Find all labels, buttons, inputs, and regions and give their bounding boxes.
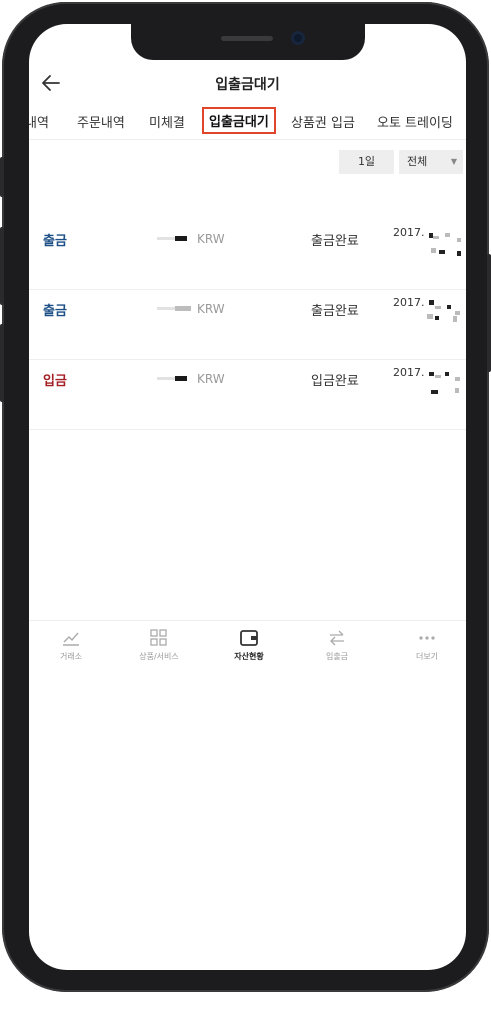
grid-icon [150, 629, 167, 646]
transaction-row[interactable]: 입금 KRW 입금완료 2017. [29, 360, 466, 430]
speaker-grille [221, 36, 273, 41]
bottom-nav: 거래소 상품/서비스 자산현황 입출금 더보기 [29, 620, 466, 674]
volume-down-button [0, 324, 4, 402]
nav-products-services[interactable]: 상품/서비스 [119, 629, 199, 662]
transaction-date: 2017. [393, 226, 425, 239]
nav-exchange[interactable]: 거래소 [31, 629, 111, 662]
nav-label: 자산현황 [234, 652, 264, 661]
filter-bar: 1일 전체 ▼ [29, 150, 466, 176]
date-redacted [427, 366, 463, 396]
nav-deposit-withdraw[interactable]: 입출금 [297, 629, 377, 662]
nav-label: 더보기 [415, 652, 439, 661]
tab-order-history[interactable]: 주문내역 [77, 112, 125, 131]
date-redacted [427, 226, 463, 256]
tab-pending-transfers[interactable]: 입출금대기 [202, 107, 276, 134]
transaction-type: 출금 [43, 304, 67, 319]
chevron-down-icon: ▼ [450, 157, 457, 166]
volume-up-button [0, 227, 4, 305]
transaction-date: 2017. [393, 366, 425, 379]
nav-label: 상품/서비스 [139, 652, 179, 661]
more-dots-icon [419, 636, 435, 640]
nav-assets[interactable]: 자산현황 [209, 629, 289, 662]
period-filter[interactable]: 1일 [339, 150, 394, 174]
front-camera [291, 31, 305, 45]
tab-history[interactable]: 내역 [29, 112, 49, 131]
date-redacted [427, 296, 463, 326]
page-title: 입출금대기 [215, 77, 280, 93]
transaction-status: 출금완료 [311, 234, 359, 249]
wallet-icon [240, 630, 258, 646]
tab-auto-trading[interactable]: 오토 트레이딩 [377, 112, 453, 131]
transaction-type: 입금 [43, 374, 67, 389]
currency: KRW [197, 302, 225, 316]
transaction-row[interactable]: 출금 KRW 출금완료 2017. [29, 290, 466, 360]
type-filter-value: 전체 [407, 155, 428, 168]
type-filter-select[interactable]: 전체 ▼ [399, 150, 463, 174]
nav-label: 입출금 [325, 652, 349, 661]
transfer-arrows-icon [330, 630, 344, 646]
transaction-row[interactable]: 출금 KRW 출금완료 2017. [29, 220, 466, 290]
currency: KRW [197, 372, 225, 386]
chart-trend-icon [63, 632, 79, 646]
transaction-status: 출금완료 [311, 304, 359, 319]
tab-gift-card-deposit[interactable]: 상품권 입금 [291, 112, 355, 131]
tab-bar: 내역 주문내역 미체결 입출금대기 상품권 입금 오토 트레이딩 [29, 106, 466, 140]
transaction-date: 2017. [393, 296, 425, 309]
power-button [487, 254, 491, 372]
mute-switch [0, 157, 4, 197]
tab-unfilled[interactable]: 미체결 [149, 112, 185, 131]
currency: KRW [197, 232, 225, 246]
screen: 입출금대기 내역 주문내역 미체결 입출금대기 상품권 입금 오토 트레이딩 1… [29, 24, 466, 970]
transaction-status: 입금완료 [311, 374, 359, 389]
nav-more[interactable]: 더보기 [387, 629, 466, 662]
nav-label: 거래소 [59, 652, 83, 661]
phone-frame: 입출금대기 내역 주문내역 미체결 입출금대기 상품권 입금 오토 트레이딩 1… [0, 2, 491, 992]
page-header: 입출금대기 [29, 70, 466, 100]
notch [131, 24, 365, 60]
transaction-type: 출금 [43, 234, 67, 249]
